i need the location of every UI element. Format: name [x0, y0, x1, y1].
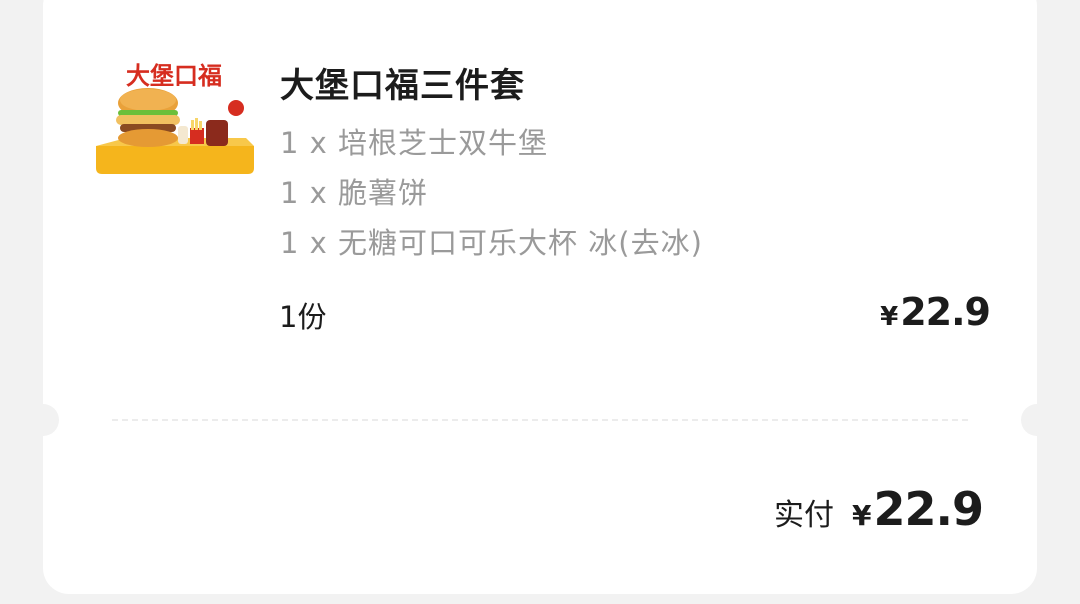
- paid-total: 实付 ¥ 22.9: [774, 482, 984, 536]
- item-line-2: 1 x 脆薯饼: [280, 176, 429, 210]
- paid-currency: ¥: [852, 499, 872, 532]
- item-line-1: 1 x 培根芝士双牛堡: [280, 126, 549, 160]
- item-price: ¥22.9: [880, 290, 991, 334]
- paid-amount: 22.9: [873, 482, 984, 536]
- ticket-notch-right: [1021, 404, 1053, 436]
- dashed-divider: [112, 419, 968, 421]
- paid-label: 实付: [774, 498, 835, 533]
- product-image[interactable]: 大堡口福: [96, 58, 254, 176]
- price-amount: 22.9: [900, 290, 991, 334]
- quantity-text: 1份: [279, 300, 327, 334]
- product-title: 大堡口福三件套: [280, 66, 525, 106]
- price-currency: ¥: [880, 302, 899, 332]
- ticket-notch-left: [27, 404, 59, 436]
- item-line-3: 1 x 无糖可口可乐大杯 冰(去冰): [280, 226, 703, 260]
- product-badge-text: 大堡口福: [126, 62, 222, 90]
